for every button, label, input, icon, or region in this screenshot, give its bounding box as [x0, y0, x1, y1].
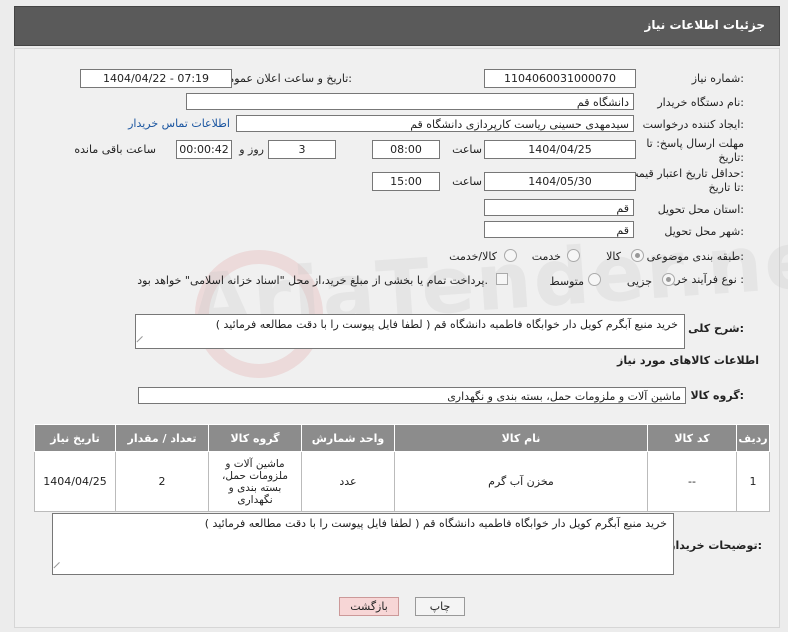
creator-field: سیدمهدی حسینی ریاست کارپردازی دانشگاه قم — [236, 115, 634, 132]
deadline-label: مهلت ارسال پاسخ: تا — [646, 137, 744, 150]
cell-group: ماشین آلات و ملزومات حمل، بسته بندی و نگ… — [208, 451, 302, 512]
need-number-field: 1104060031000070 — [484, 69, 636, 88]
col-header-qty: تعداد / مقدار — [115, 424, 209, 452]
category-radio-goods-service[interactable] — [504, 249, 517, 262]
province-field: قم — [484, 199, 634, 216]
category-option-goods: کالا — [606, 250, 621, 263]
cell-row-no: 1 — [736, 451, 770, 512]
cell-name: مخزن آب گرم — [394, 451, 648, 512]
valid-time-field: 15:00 — [372, 172, 440, 191]
col-header-code: کد کالا — [647, 424, 737, 452]
buyer-notes-textarea[interactable]: خرید منبع آبگرم کویل دار خوابگاه فاطمیه … — [52, 513, 674, 575]
table-row: 1 -- مخزن آب گرم عدد ماشین آلات و ملزوما… — [34, 451, 770, 512]
min-valid-label: حداقل تاریخ اعتبار قیمت: — [628, 167, 744, 180]
print-button[interactable]: چاپ — [415, 597, 465, 616]
contact-buyer-link[interactable]: اطلاعات تماس خریدار — [128, 117, 230, 130]
purchase-option-minor: جزیی — [626, 275, 652, 288]
goods-info-title: اطلاعات کالاهای مورد نیاز — [617, 354, 759, 367]
creator-label: ایجاد کننده درخواست: — [642, 118, 744, 131]
announce-field: 1404/04/22 - 07:19 — [80, 69, 232, 88]
cell-unit: عدد — [301, 451, 395, 512]
back-button[interactable]: بازگشت — [339, 597, 399, 616]
purchase-option-medium: متوسط — [549, 275, 584, 288]
buyer-notes-text: خرید منبع آبگرم کویل دار خوابگاه فاطمیه … — [204, 517, 667, 530]
goods-group-label: گروه کالا: — [690, 389, 744, 402]
col-header-row-no: ردیف — [736, 424, 770, 452]
purchase-type-label: نوع فرآیند خرید : — [666, 273, 744, 286]
purchase-radio-minor[interactable] — [662, 273, 675, 286]
general-desc-textarea[interactable]: خرید منبع آبگرم کویل دار خوابگاه فاطمیه … — [135, 314, 685, 349]
province-label: استان محل تحویل: — [657, 203, 744, 216]
remaining-time-field: 00:00:42 — [176, 140, 232, 159]
cell-code: -- — [647, 451, 737, 512]
buyer-notes-label: توضیحات خریدار: — [669, 539, 762, 552]
col-header-name: نام کالا — [394, 424, 648, 452]
remaining-time-label: ساعت باقی مانده — [74, 143, 156, 156]
deadline-time-field: 08:00 — [372, 140, 440, 159]
valid-time-label: ساعت — [452, 175, 482, 188]
city-field: قم — [484, 221, 634, 238]
table-header-row: ردیف کد کالا نام کالا واحد شمارش گروه کا… — [34, 424, 770, 452]
days-label: روز و — [239, 143, 264, 156]
payment-note: پرداخت تمام یا بخشی از مبلغ خرید،از محل … — [137, 274, 488, 287]
resize-grip-icon[interactable] — [53, 561, 66, 575]
col-header-date: تاریخ نیاز — [34, 424, 116, 452]
deadline-label-date: تاریخ: — [718, 151, 744, 164]
buyer-org-field: دانشگاه قم — [186, 93, 634, 110]
deadline-date-field: 1404/04/25 — [484, 140, 636, 159]
buyer-org-label: نام دستگاه خریدار: — [657, 96, 744, 109]
min-valid-label-date: تا تاریخ: — [708, 181, 744, 194]
deadline-time-label: ساعت — [452, 143, 482, 156]
category-radio-service[interactable] — [567, 249, 580, 262]
category-label: طبقه بندی موضوعی: — [646, 250, 744, 263]
category-option-service: خدمت — [531, 250, 561, 263]
cell-qty: 2 — [115, 451, 209, 512]
general-desc-text: خرید منبع آبگرم کویل دار خوابگاه فاطمیه … — [215, 318, 678, 331]
goods-table: ردیف کد کالا نام کالا واحد شمارش گروه کا… — [34, 424, 770, 512]
valid-date-field: 1404/05/30 — [484, 172, 636, 191]
purchase-radio-medium[interactable] — [588, 273, 601, 286]
days-field: 3 — [268, 140, 336, 159]
resize-grip-icon[interactable] — [136, 335, 149, 349]
col-header-unit: واحد شمارش — [301, 424, 395, 452]
need-number-label: شماره نیاز: — [691, 72, 744, 85]
page-title: جزئیات اطلاعات نیاز — [644, 18, 765, 32]
category-option-goods-service: کالا/خدمت — [449, 250, 497, 263]
goods-group-field: ماشین آلات و ملزومات حمل، بسته بندی و نگ… — [138, 387, 686, 404]
city-label: شهر محل تحویل: — [664, 225, 744, 238]
announce-label: تاریخ و ساعت اعلان عمومی: — [219, 72, 352, 85]
col-header-group: گروه کالا — [208, 424, 302, 452]
treasury-payment-checkbox[interactable] — [496, 273, 508, 285]
cell-date: 1404/04/25 — [34, 451, 116, 512]
page-header: جزئیات اطلاعات نیاز — [14, 6, 780, 46]
category-radio-goods[interactable] — [631, 249, 644, 262]
